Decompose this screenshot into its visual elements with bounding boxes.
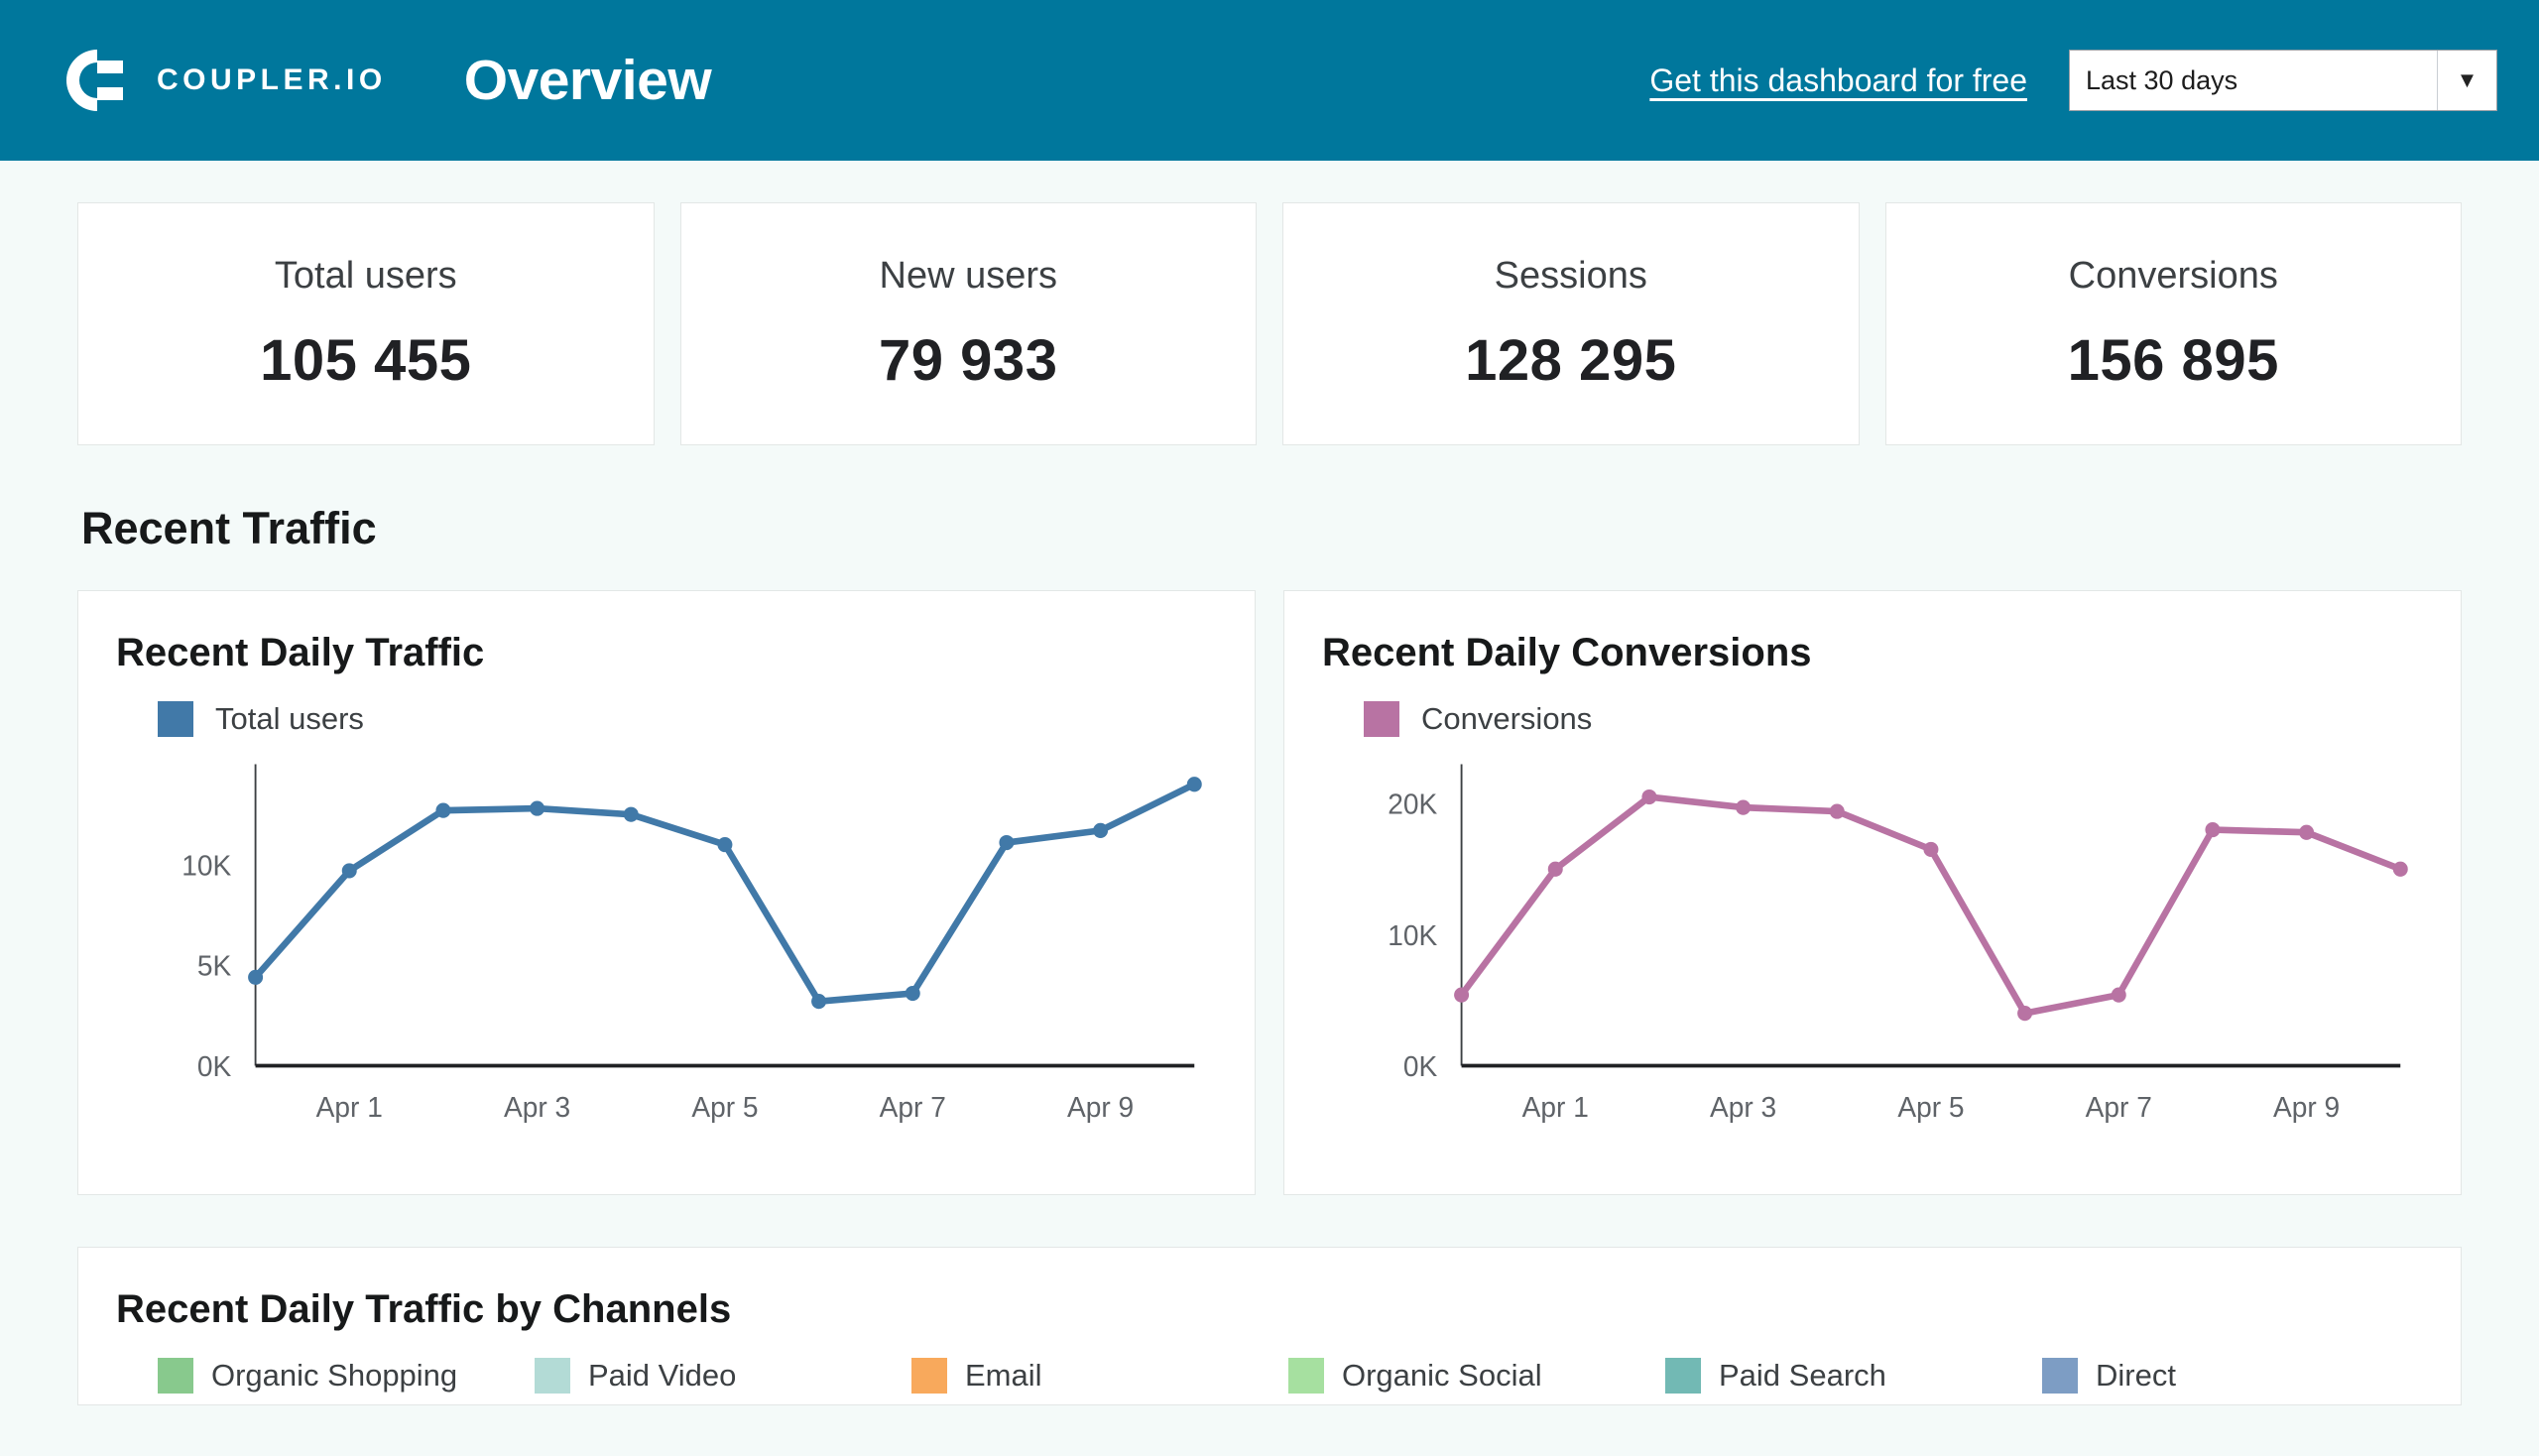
data-point[interactable] [1186, 777, 1202, 792]
data-point[interactable] [623, 806, 639, 822]
coupler-connector-icon [58, 44, 131, 117]
legend-label: Conversions [1421, 701, 1593, 736]
y-axis-tick-label: 10K [1388, 919, 1437, 951]
x-axis-tick-label: Apr 5 [691, 1091, 758, 1123]
x-axis-tick-label: Apr 9 [1067, 1091, 1134, 1123]
x-axis-tick-label: Apr 3 [1710, 1091, 1776, 1123]
y-axis-tick-label: 5K [197, 949, 232, 981]
kpi-card-conversions: Conversions 156 895 [1884, 202, 2462, 445]
legend-swatch [535, 1358, 570, 1394]
dashboard-content: Total users 105 455 New users 79 933 Ses… [0, 202, 2539, 1405]
legend-label: Paid Video [588, 1358, 737, 1393]
legend-swatch [158, 1358, 193, 1394]
legend-swatch [2042, 1358, 2078, 1394]
kpi-label: New users [879, 254, 1058, 297]
data-point[interactable] [999, 834, 1015, 851]
kpi-row: Total users 105 455 New users 79 933 Ses… [77, 202, 2462, 445]
date-range-select[interactable]: Last 30 days ▼ [2069, 50, 2497, 111]
legend-label: Organic Shopping [211, 1358, 458, 1393]
channel-legend-item[interactable]: Paid Search [1665, 1358, 2042, 1394]
data-point[interactable] [811, 994, 827, 1010]
kpi-value: 79 933 [879, 327, 1058, 393]
kpi-card-total-users: Total users 105 455 [77, 202, 655, 445]
chart-card-traffic-by-channels: Recent Daily Traffic by Channels Organic… [77, 1247, 2462, 1405]
data-point[interactable] [2392, 861, 2408, 877]
kpi-label: Sessions [1494, 254, 1647, 297]
chart-legend: Total users [158, 701, 1213, 737]
chevron-down-icon[interactable]: ▼ [2437, 51, 2496, 110]
legend-label: Organic Social [1342, 1358, 1542, 1393]
x-axis-tick-label: Apr 9 [2273, 1091, 2340, 1123]
series-line [1458, 793, 2404, 1017]
kpi-label: Conversions [2068, 254, 2278, 297]
app-header: COUPLER.IO Overview Get this dashboard f… [0, 0, 2539, 161]
legend-label: Email [965, 1358, 1042, 1393]
data-point[interactable] [1547, 861, 1563, 877]
data-point[interactable] [1829, 803, 1845, 819]
data-point[interactable] [905, 985, 920, 1002]
x-axis-tick-label: Apr 1 [1522, 1091, 1589, 1123]
legend-swatch-conversions [1364, 701, 1399, 737]
section-title-recent-traffic: Recent Traffic [81, 503, 377, 553]
legend-label: Paid Search [1719, 1358, 1886, 1393]
chart-card-recent-daily-traffic: Recent Daily Traffic Total users 0K 5K 10K… [77, 590, 1256, 1195]
data-point[interactable] [1923, 841, 1939, 858]
channel-legend-item[interactable]: Email [911, 1358, 1288, 1394]
header-actions: Get this dashboard for free Last 30 days… [1649, 50, 2497, 111]
data-point[interactable] [1454, 987, 1470, 1003]
date-range-value: Last 30 days [2086, 64, 2238, 95]
legend-label: Total users [215, 701, 364, 736]
channel-legend-item[interactable]: Paid Video [535, 1358, 911, 1394]
x-axis-tick-label: Apr 1 [316, 1091, 383, 1123]
data-point[interactable] [2205, 821, 2221, 838]
data-point[interactable] [2299, 824, 2315, 840]
line-chart-conversions[interactable]: 0K 10K 20K Apr 1 Apr 3 Apr 5 Apr 7 Apr 9 [1322, 755, 2419, 1132]
data-point[interactable] [1736, 799, 1752, 815]
channel-legend-item[interactable]: Direct [2042, 1358, 2419, 1394]
data-point[interactable] [2017, 1006, 2033, 1022]
x-axis-tick-label: Apr 5 [1897, 1091, 1964, 1123]
kpi-value: 105 455 [260, 327, 472, 393]
page-title: Overview [463, 49, 712, 112]
y-axis-tick-label: 10K [181, 849, 231, 881]
chart-legend: Conversions [1364, 701, 2419, 737]
chart-title: Recent Daily Conversions [1322, 631, 1812, 674]
legend-swatch [911, 1358, 947, 1394]
legend-label: Direct [2096, 1358, 2176, 1393]
y-axis-tick-label: 20K [1388, 788, 1437, 819]
data-point[interactable] [717, 836, 733, 853]
chart-title: Recent Daily Traffic [116, 631, 485, 674]
channels-legend: Organic Shopping Paid Video Email Organic S… [158, 1358, 2419, 1394]
data-point[interactable] [435, 802, 451, 818]
legend-swatch [1288, 1358, 1324, 1394]
chart-card-recent-daily-conversions: Recent Daily Conversions Conversions 0K 1… [1283, 590, 2462, 1195]
kpi-value: 128 295 [1465, 327, 1677, 393]
series-line [252, 781, 1198, 1005]
chart-row: Recent Daily Traffic Total users 0K 5K 10K… [77, 590, 2462, 1195]
y-axis-tick-label: 0K [197, 1050, 232, 1082]
data-point[interactable] [530, 800, 545, 816]
kpi-value: 156 895 [2067, 327, 2279, 393]
data-point[interactable] [1641, 789, 1657, 805]
x-axis-tick-label: Apr 7 [880, 1091, 946, 1123]
data-point[interactable] [341, 863, 357, 879]
channel-legend-item[interactable]: Organic Social [1288, 1358, 1665, 1394]
data-point[interactable] [1093, 822, 1109, 838]
kpi-card-sessions: Sessions 128 295 [1282, 202, 1860, 445]
chart-title: Recent Daily Traffic by Channels [116, 1287, 732, 1331]
y-axis-tick-label: 0K [1403, 1050, 1438, 1082]
channel-legend-item[interactable]: Organic Shopping [158, 1358, 535, 1394]
get-dashboard-link[interactable]: Get this dashboard for free [1649, 62, 2027, 99]
brand-name: COUPLER.IO [157, 63, 387, 96]
legend-swatch-total-users [158, 701, 193, 737]
kpi-label: Total users [274, 254, 457, 297]
x-axis-tick-label: Apr 3 [504, 1091, 570, 1123]
x-axis-tick-label: Apr 7 [2086, 1091, 2152, 1123]
data-point[interactable] [248, 969, 264, 985]
kpi-card-new-users: New users 79 933 [679, 202, 1257, 445]
line-chart-total-users[interactable]: 0K 5K 10K Apr 1 Apr 3 Apr 5 Apr 7 Apr 9 [116, 755, 1213, 1132]
data-point[interactable] [2111, 987, 2126, 1003]
legend-swatch [1665, 1358, 1701, 1394]
brand: COUPLER.IO [58, 44, 387, 117]
